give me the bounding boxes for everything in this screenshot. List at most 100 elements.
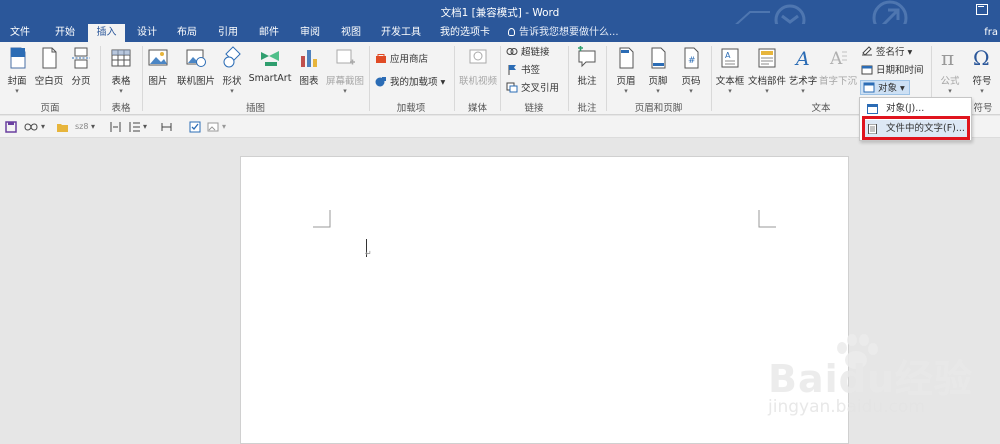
tab-layout[interactable]: 布局 bbox=[168, 24, 206, 42]
page-number-button[interactable]: # 页码 ▾ bbox=[677, 46, 705, 95]
tab-mailings[interactable]: 邮件 bbox=[250, 24, 288, 42]
picture-button[interactable]: 图片 bbox=[146, 46, 170, 87]
svg-text:#: # bbox=[688, 56, 696, 66]
restore-button[interactable] bbox=[976, 4, 988, 15]
quick-parts-icon bbox=[758, 48, 776, 68]
chevron-down-icon: ▾ bbox=[948, 87, 952, 95]
ribbon: 封面 ▾ 空白页 分页 页面 表格 ▾ 表格 图片 联机图片 形状 ▾ Smar… bbox=[0, 42, 1000, 115]
drop-cap-label: 首字下沉 bbox=[818, 76, 857, 87]
line-spacing-icon[interactable] bbox=[128, 120, 141, 134]
drop-cap-button[interactable]: A 首字下沉 bbox=[818, 46, 858, 87]
object-icon bbox=[867, 104, 878, 114]
save-icon[interactable] bbox=[5, 120, 17, 134]
equation-button[interactable]: π 公式 ▾ bbox=[936, 46, 964, 95]
chart-label: 图表 bbox=[299, 76, 319, 87]
store-icon bbox=[376, 54, 386, 63]
cross-reference-icon bbox=[506, 82, 518, 93]
title-bar: 文档1 [兼容模式] - Word bbox=[0, 0, 1000, 36]
tab-insert[interactable]: 插入 bbox=[88, 24, 125, 42]
picture-label: 图片 bbox=[148, 76, 168, 87]
online-picture-button[interactable]: 联机图片 bbox=[174, 46, 218, 87]
chart-button[interactable]: 图表 bbox=[296, 46, 322, 87]
cover-page-button[interactable]: 封面 ▾ bbox=[4, 46, 30, 95]
date-time-button[interactable]: 日期和时间 bbox=[861, 63, 924, 78]
omega-icon: Ω bbox=[973, 46, 990, 70]
comment-icon bbox=[578, 46, 596, 68]
tab-my-tab[interactable]: 我的选项卡 bbox=[434, 24, 496, 42]
tab-developer[interactable]: 开发工具 bbox=[375, 24, 427, 42]
font-sample[interactable]: sz8 bbox=[75, 120, 88, 134]
tell-me-box[interactable]: 告诉我您想要做什么... bbox=[508, 24, 619, 41]
folder-icon[interactable] bbox=[56, 120, 69, 134]
tab-view[interactable]: 视图 bbox=[332, 24, 370, 42]
tab-home[interactable]: 开始 bbox=[44, 24, 86, 42]
checkbox-icon[interactable] bbox=[189, 120, 201, 134]
quick-parts-button[interactable]: 文档部件 ▾ bbox=[748, 46, 786, 95]
group-label-pages: 页面 bbox=[40, 103, 60, 114]
ruler-icon[interactable] bbox=[109, 120, 122, 134]
chart-icon bbox=[301, 50, 317, 67]
chevron-down-icon[interactable]: ▾ bbox=[222, 120, 226, 134]
paragraph-mark: ↵ bbox=[365, 249, 372, 258]
image-icon[interactable] bbox=[207, 120, 219, 134]
chevron-down-icon: ▾ bbox=[440, 77, 446, 88]
tab-file[interactable]: 文件 bbox=[0, 24, 40, 42]
chevron-down-icon[interactable]: ▾ bbox=[143, 120, 147, 134]
symbol-label: 符号 bbox=[972, 76, 992, 87]
signature-line-button[interactable]: 签名行 ▾ bbox=[861, 45, 912, 60]
text-box-button[interactable]: A 文本框 ▾ bbox=[714, 46, 746, 95]
online-picture-icon bbox=[186, 49, 206, 67]
shapes-button[interactable]: 形状 ▾ bbox=[219, 46, 245, 95]
page-break-button[interactable]: 分页 bbox=[68, 46, 94, 87]
hyperlink-button[interactable]: 超链接 bbox=[506, 45, 550, 60]
header-button[interactable]: 页眉 ▾ bbox=[612, 46, 640, 95]
highlight-box bbox=[862, 116, 970, 140]
chevron-down-icon[interactable]: ▾ bbox=[41, 120, 45, 134]
drop-cap-icon: A bbox=[829, 49, 847, 69]
bookmark-button[interactable]: 书签 bbox=[506, 63, 540, 78]
spacing-icon[interactable] bbox=[160, 120, 173, 134]
footer-button[interactable]: 页脚 ▾ bbox=[644, 46, 672, 95]
my-addins-button[interactable]: 我的加载项 ▾ bbox=[375, 75, 445, 90]
online-video-icon bbox=[469, 49, 487, 64]
group-label-media: 媒体 bbox=[467, 103, 487, 114]
bookmark-label: 书签 bbox=[521, 65, 541, 76]
comment-label: 批注 bbox=[577, 76, 597, 87]
shapes-icon bbox=[223, 46, 241, 68]
chevron-down-icon[interactable]: ▾ bbox=[91, 120, 95, 134]
page-number-label: 页码 bbox=[681, 76, 701, 87]
header-label: 页眉 bbox=[616, 76, 636, 87]
object-label: 对象 bbox=[878, 83, 898, 94]
watermark-url: jingyan.baidu.com bbox=[768, 397, 925, 417]
online-video-button[interactable]: 联机视频 bbox=[457, 46, 499, 87]
table-button[interactable]: 表格 ▾ bbox=[106, 46, 136, 95]
calendar-icon bbox=[861, 65, 873, 75]
quick-parts-label: 文档部件 bbox=[748, 76, 787, 87]
group-label-symbols: 符号 bbox=[973, 103, 993, 114]
cross-reference-button[interactable]: 交叉引用 bbox=[506, 81, 559, 96]
tab-design[interactable]: 设计 bbox=[128, 24, 166, 42]
puzzle-icon bbox=[375, 77, 386, 87]
equation-label: 公式 bbox=[940, 76, 960, 87]
tab-review[interactable]: 审阅 bbox=[291, 24, 329, 42]
margin-corner-top-right bbox=[758, 210, 776, 228]
online-picture-label: 联机图片 bbox=[176, 76, 215, 87]
screenshot-button[interactable]: 屏幕截图 ▾ bbox=[324, 46, 366, 95]
infinity-icon[interactable] bbox=[23, 120, 39, 134]
symbol-button[interactable]: Ω 符号 ▾ bbox=[968, 46, 996, 95]
footer-label: 页脚 bbox=[648, 76, 668, 87]
smartart-button[interactable]: SmartArt bbox=[248, 46, 292, 84]
tab-references[interactable]: 引用 bbox=[209, 24, 247, 42]
comment-button[interactable]: 批注 bbox=[573, 46, 601, 87]
group-label-links: 链接 bbox=[524, 103, 544, 114]
blank-page-icon bbox=[42, 47, 57, 69]
object-button[interactable]: 对象 ▾ bbox=[860, 80, 910, 95]
store-button[interactable]: 应用商店 bbox=[375, 52, 428, 67]
blank-page-button[interactable]: 空白页 bbox=[33, 46, 65, 87]
screenshot-icon bbox=[336, 49, 355, 65]
wordart-button[interactable]: A 艺术字 ▾ bbox=[788, 46, 818, 95]
user-name[interactable]: fra bbox=[984, 24, 998, 41]
wordart-icon: A bbox=[794, 48, 810, 70]
group-label-comments: 批注 bbox=[577, 103, 597, 114]
table-icon bbox=[111, 49, 131, 67]
